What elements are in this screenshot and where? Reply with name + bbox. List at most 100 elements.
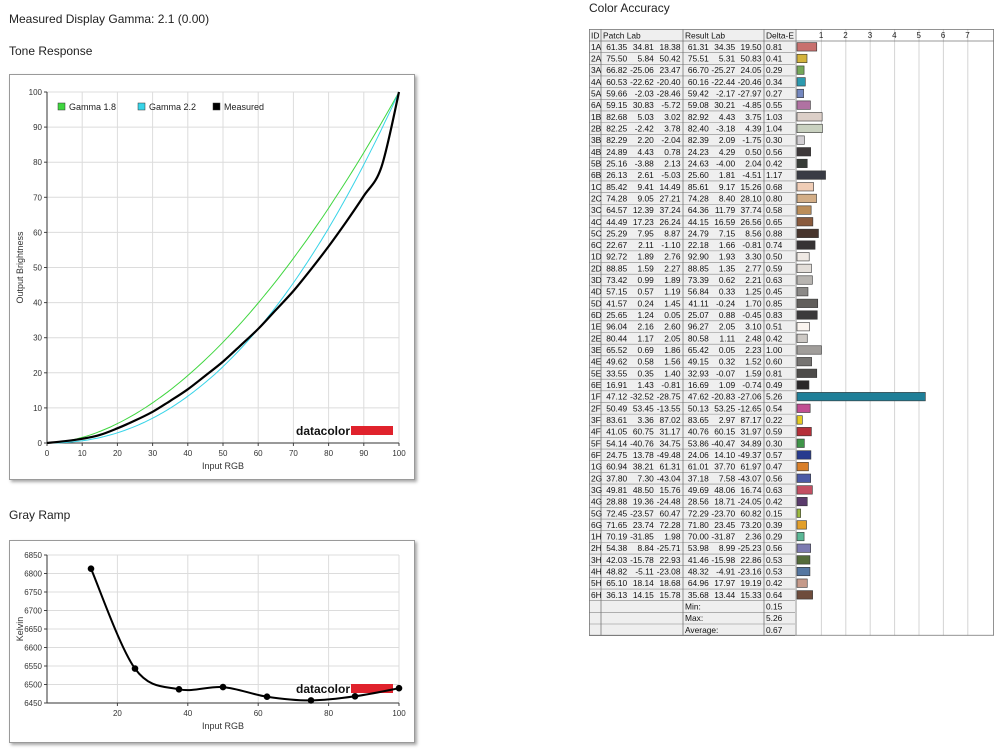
row-delta-e: 0.85 bbox=[766, 298, 783, 308]
color-accuracy-table: ID Patch Lab Result Lab Delta-E 1 2 3 4 5 6 7 1A 61.… bbox=[589, 29, 994, 747]
row-id: 3A bbox=[591, 65, 602, 75]
row-patch-lab: 80.44 1.17 2.05 bbox=[606, 333, 681, 343]
row-patch-lab: 48.82 -5.11 -23.08 bbox=[606, 567, 681, 577]
row-result-lab: 37.18 7.58 -43.07 bbox=[688, 473, 762, 483]
row-id: 3B bbox=[591, 135, 602, 145]
delta-e-bar bbox=[796, 485, 813, 495]
row-delta-e: 0.65 bbox=[766, 217, 783, 227]
delta-e-bar bbox=[796, 228, 819, 238]
row-patch-lab: 25.65 1.24 0.05 bbox=[606, 310, 681, 320]
row-patch-lab: 57.15 0.57 1.19 bbox=[606, 287, 681, 297]
row-delta-e: 5.26 bbox=[766, 392, 783, 402]
y-tick-label: 0 bbox=[38, 439, 43, 448]
row-result-lab: 24.23 4.29 0.50 bbox=[688, 147, 762, 157]
row-id: 2B bbox=[591, 123, 602, 133]
row-id: 5D bbox=[591, 298, 602, 308]
y-tick-label: 100 bbox=[29, 88, 43, 97]
row-patch-lab: 66.82 -25.06 23.47 bbox=[606, 65, 681, 75]
row-patch-lab: 83.61 3.36 87.02 bbox=[606, 415, 681, 425]
row-id: 4F bbox=[591, 427, 601, 437]
row-id: 6E bbox=[591, 380, 602, 390]
y-tick-label: 80 bbox=[33, 158, 42, 167]
row-patch-lab: 64.57 12.39 37.24 bbox=[606, 205, 681, 215]
column-header-result: Result Lab bbox=[685, 30, 725, 40]
row-result-lab: 65.42 0.05 2.23 bbox=[688, 345, 762, 355]
row-delta-e: 0.56 bbox=[766, 147, 783, 157]
data-point bbox=[263, 693, 271, 701]
row-delta-e: 0.83 bbox=[766, 310, 783, 320]
summary-label: Min: bbox=[685, 602, 701, 612]
row-delta-e: 0.57 bbox=[766, 450, 783, 460]
row-delta-e: 0.42 bbox=[766, 578, 783, 588]
row-id: 3G bbox=[591, 485, 602, 495]
row-id: 5B bbox=[591, 158, 602, 168]
delta-e-bar bbox=[796, 462, 809, 472]
legend-label: Gamma 2.2 bbox=[149, 102, 196, 112]
legend-swatch bbox=[137, 102, 146, 111]
x-tick-label: 20 bbox=[113, 449, 122, 458]
delta-e-bar bbox=[796, 147, 811, 157]
row-result-lab: 50.13 53.25 -12.65 bbox=[688, 403, 762, 413]
row-delta-e: 0.15 bbox=[766, 508, 783, 518]
row-id: 2C bbox=[591, 193, 602, 203]
row-delta-e: 0.41 bbox=[766, 54, 783, 64]
delta-e-bar bbox=[796, 322, 810, 332]
x-tick-label: 100 bbox=[392, 449, 406, 458]
y-tick-label: 60 bbox=[33, 228, 42, 237]
row-id: 2H bbox=[591, 543, 602, 553]
delta-e-bar bbox=[796, 403, 811, 413]
delta-e-bar bbox=[796, 333, 808, 343]
row-result-lab: 25.60 1.81 -4.51 bbox=[688, 170, 762, 180]
row-id: 6C bbox=[591, 240, 602, 250]
row-id: 6B bbox=[591, 170, 602, 180]
row-delta-e: 0.80 bbox=[766, 193, 783, 203]
delta-e-bar bbox=[796, 508, 801, 518]
row-delta-e: 0.64 bbox=[766, 590, 783, 600]
row-id: 4A bbox=[591, 77, 602, 87]
row-result-lab: 64.96 17.97 19.19 bbox=[688, 578, 762, 588]
row-patch-lab: 65.10 18.14 18.68 bbox=[606, 578, 681, 588]
row-delta-e: 1.17 bbox=[766, 170, 783, 180]
summary-label: Average: bbox=[685, 625, 718, 635]
row-result-lab: 72.29 -23.70 60.82 bbox=[688, 508, 762, 518]
color-accuracy-heading: Color Accuracy bbox=[589, 1, 670, 15]
x-axis-label: Input RGB bbox=[202, 461, 244, 471]
row-id: 5C bbox=[591, 228, 602, 238]
row-result-lab: 35.68 13.44 15.33 bbox=[688, 590, 762, 600]
delta-e-bar bbox=[796, 123, 823, 133]
row-patch-lab: 82.25 -2.42 3.78 bbox=[606, 123, 681, 133]
delta-e-bar bbox=[796, 100, 811, 110]
data-point bbox=[219, 683, 227, 691]
row-delta-e: 0.30 bbox=[766, 135, 783, 145]
row-id: 1F bbox=[591, 392, 601, 402]
y-tick-label: 6750 bbox=[24, 588, 42, 597]
delta-e-bar bbox=[796, 158, 808, 168]
row-result-lab: 66.70 -25.27 24.05 bbox=[688, 65, 762, 75]
y-tick-label: 6500 bbox=[24, 681, 42, 690]
row-result-lab: 40.76 60.15 31.97 bbox=[688, 427, 762, 437]
row-id: 1G bbox=[591, 462, 602, 472]
x-tick-label: 90 bbox=[359, 449, 368, 458]
summary-value: 0.15 bbox=[766, 602, 783, 612]
row-result-lab: 80.58 1.11 2.48 bbox=[688, 333, 762, 343]
row-delta-e: 0.50 bbox=[766, 252, 783, 262]
delta-e-bar bbox=[796, 497, 808, 507]
tone-response-heading: Tone Response bbox=[9, 44, 93, 58]
row-id: 4G bbox=[591, 497, 602, 507]
row-result-lab: 48.32 -4.91 -23.16 bbox=[688, 567, 762, 577]
row-patch-lab: 25.16 -3.88 2.13 bbox=[606, 158, 681, 168]
row-patch-lab: 22.67 2.11 -1.10 bbox=[606, 240, 681, 250]
row-id: 1D bbox=[591, 252, 602, 262]
tone-response-chart: 0 10 20 30 40 50 60 70 80 90 100 0 10 20 30 40 50 60 70 80 9… bbox=[9, 74, 415, 480]
delta-e-bar bbox=[796, 217, 814, 227]
row-patch-lab: 96.04 2.16 2.60 bbox=[606, 322, 681, 332]
legend-label: Measured bbox=[224, 102, 264, 112]
row-patch-lab: 49.81 48.50 15.76 bbox=[606, 485, 681, 495]
row-id: 2E bbox=[591, 333, 602, 343]
y-tick-label: 30 bbox=[33, 334, 42, 343]
scale-tick-label: 7 bbox=[965, 31, 970, 40]
row-delta-e: 0.88 bbox=[766, 228, 783, 238]
row-result-lab: 53.86 -40.47 34.89 bbox=[688, 438, 762, 448]
gray-ramp-chart: 20 40 60 80 100 6450 6500 6550 6600 6650 6700 6750 6… bbox=[9, 540, 415, 743]
data-point bbox=[175, 686, 183, 693]
